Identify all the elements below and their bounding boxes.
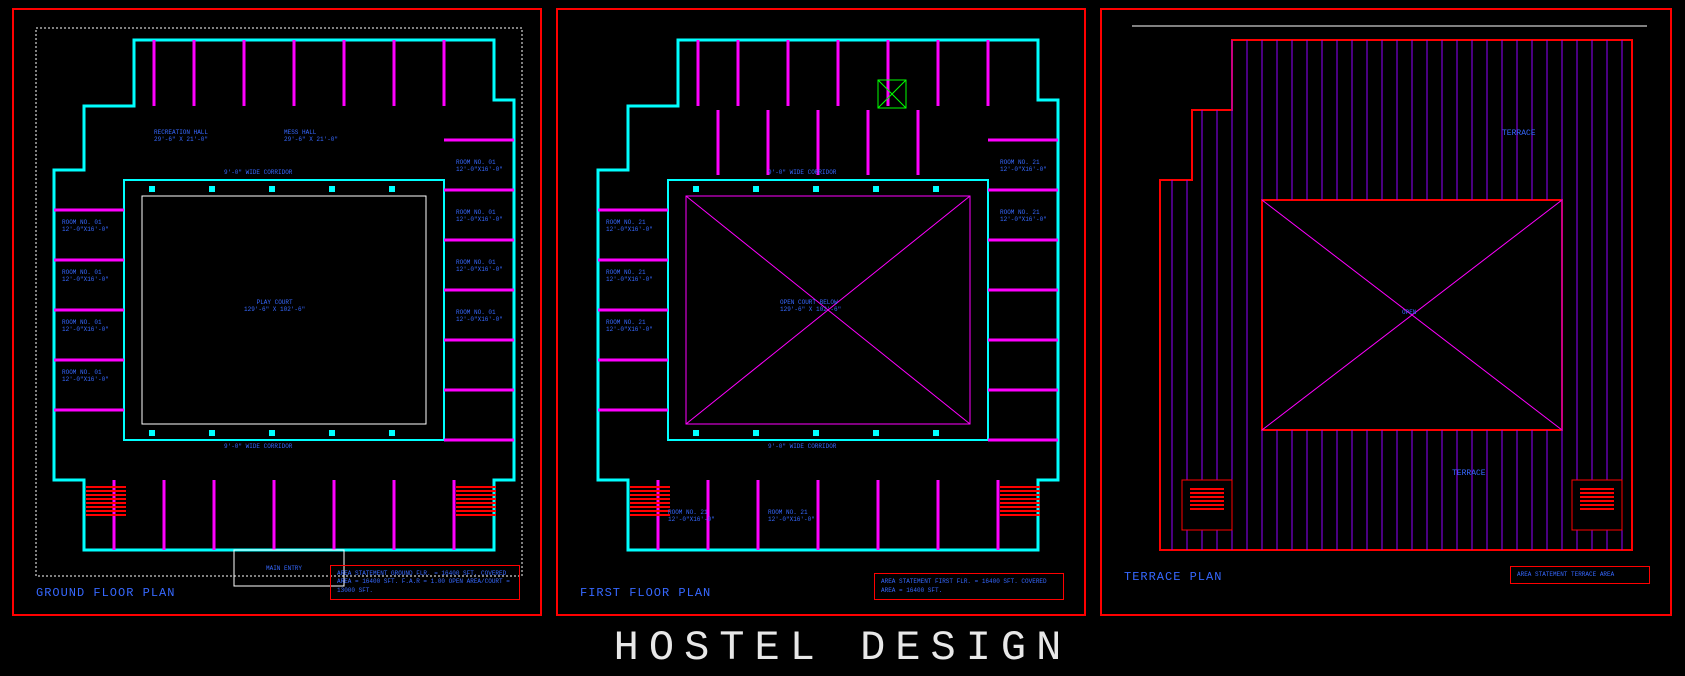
room-sample-r3: ROOM NO. 01 12'-0"X16'-0" [456, 260, 503, 273]
room-sample-l3: ROOM NO. 21 12'-0"X16'-0" [606, 320, 653, 333]
mumty-stair-left-icon [1190, 488, 1224, 512]
room-sample-3: ROOM NO. 01 12'-0"X16'-0" [62, 320, 109, 333]
entry-label: MAIN ENTRY [266, 566, 302, 573]
plan-title-ground: GROUND FLOOR PLAN [36, 586, 175, 600]
plan-title-first: FIRST FLOOR PLAN [580, 586, 711, 600]
room-sample-r2: ROOM NO. 01 12'-0"X16'-0" [456, 210, 503, 223]
plan-title-terrace: TERRACE PLAN [1124, 570, 1222, 584]
stair-left-icon [86, 486, 126, 518]
plan-terrace: TERRACE TERRACE OPEN TERRACE PLAN AREA S… [1100, 8, 1672, 616]
main-title: HOSTEL DESIGN [0, 624, 1685, 672]
room-sample-l2: ROOM NO. 21 12'-0"X16'-0" [606, 270, 653, 283]
area-statement-terrace: AREA STATEMENT TERRACE AREA [1510, 566, 1650, 584]
terrace-label-top: TERRACE [1502, 130, 1536, 139]
room-sample-2: ROOM NO. 01 12'-0"X16'-0" [62, 270, 109, 283]
room-sample-4: ROOM NO. 01 12'-0"X16'-0" [62, 370, 109, 383]
area-statement-first: AREA STATEMENT FIRST FLR. = 16400 SFT. C… [874, 573, 1064, 600]
mumty-stair-right-icon [1580, 488, 1614, 512]
corridor-top: 9'-0" WIDE CORRIDOR [768, 170, 836, 177]
dining-label: RECREATION HALL 29'-6" X 21'-0" [154, 130, 208, 143]
stair-right-icon [1000, 486, 1040, 518]
corridor-label-bottom: 9'-0" WIDE CORRIDOR [224, 444, 292, 451]
plan-terrace-svg [1102, 10, 1674, 618]
plan-first-floor: OPEN COURT BELOW 129'-6" X 102'-6" 9'-0"… [556, 8, 1086, 616]
area-statement-ground: AREA STATEMENT GROUND FLR. = 16400 SFT. … [330, 565, 520, 600]
room-sample-b2: ROOM NO. 21 12'-0"X16'-0" [768, 510, 815, 523]
room-sample-l1: ROOM NO. 21 12'-0"X16'-0" [606, 220, 653, 233]
plan-ground-floor: PLAY COURT 129'-6" X 102'-6" 9'-0" WIDE … [12, 8, 542, 616]
room-sample-b1: ROOM NO. 21 12'-0"X16'-0" [668, 510, 715, 523]
terrace-label-bottom: TERRACE [1452, 470, 1486, 479]
room-sample-r1: ROOM NO. 01 12'-0"X16'-0" [456, 160, 503, 173]
room-sample-1: ROOM NO. 01 12'-0"X16'-0" [62, 220, 109, 233]
stair-right-icon [456, 486, 496, 518]
corridor-label-top: 9'-0" WIDE CORRIDOR [224, 170, 292, 177]
courtyard-label: OPEN COURT BELOW 129'-6" X 102'-6" [780, 300, 841, 313]
room-sample-r2: ROOM NO. 21 12'-0"X16'-0" [1000, 210, 1047, 223]
plan-first-svg [558, 10, 1088, 618]
stair-left-icon [630, 486, 670, 518]
open-below-label: OPEN [1402, 310, 1416, 317]
room-sample-r4: ROOM NO. 01 12'-0"X16'-0" [456, 310, 503, 323]
corridor-bottom: 9'-0" WIDE CORRIDOR [768, 444, 836, 451]
mess-label: MESS HALL 29'-6" X 21'-0" [284, 130, 338, 143]
room-sample-r1: ROOM NO. 21 12'-0"X16'-0" [1000, 160, 1047, 173]
courtyard-label: PLAY COURT 129'-6" X 102'-6" [244, 300, 305, 313]
